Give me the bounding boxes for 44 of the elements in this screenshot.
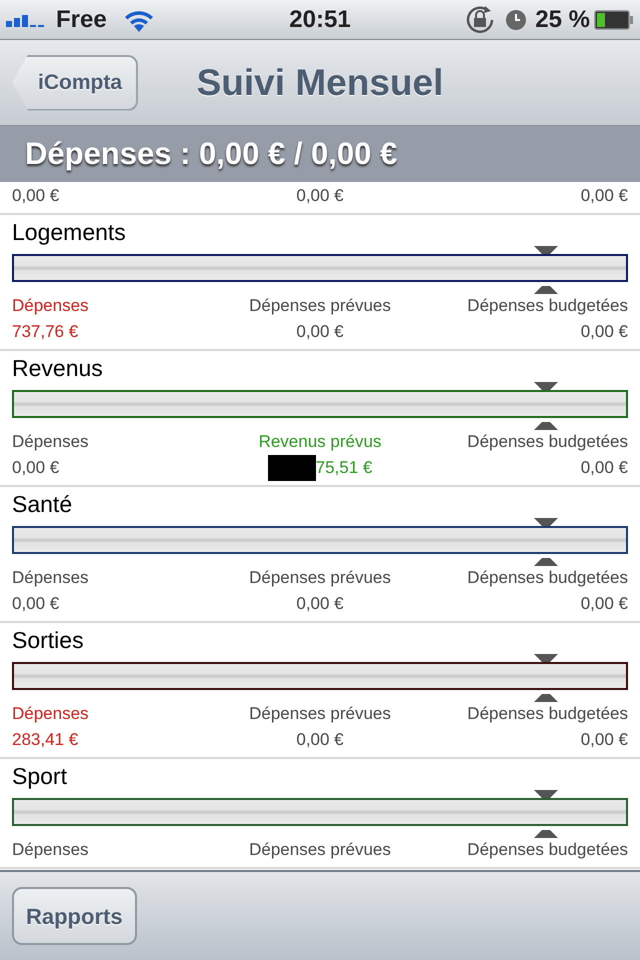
category-name: Sorties [12, 626, 85, 655]
battery-percent: 25 % [535, 4, 590, 34]
stat-label: Revenus prévus [258, 431, 382, 453]
stat-label: Dépenses [12, 431, 90, 453]
stat-value: 0,00 € [580, 186, 628, 205]
stat-label: Dépenses budgetées [467, 431, 628, 453]
stat-label: Dépenses [12, 839, 90, 861]
stat-value: 0,00 € [580, 730, 628, 749]
stat-label: Dépenses budgetées [467, 703, 628, 725]
stat-label: Dépenses [12, 295, 90, 317]
carrier-name: Free [56, 4, 107, 34]
stat-value: 75,51 € [316, 458, 372, 477]
stat-label: Dépenses prévues [249, 839, 391, 861]
stat-value: 0,00 € [12, 186, 60, 205]
reports-button[interactable]: Rapports [12, 887, 137, 945]
stat-value: 0,00 € [296, 186, 344, 205]
stat-value: 737,76 € [12, 322, 78, 341]
stat-label: Dépenses prévues [249, 703, 391, 725]
stat-label: Dépenses [12, 567, 90, 589]
back-button[interactable]: iCompta [12, 54, 138, 110]
screen-title: Suivi Mensuel [196, 62, 444, 103]
stat-label: Dépenses budgetées [467, 839, 628, 861]
stat-value: 0,00 € [296, 322, 344, 341]
category-name: Santé [12, 490, 74, 519]
category-name: Revenus [12, 354, 104, 383]
stat-label: Dépenses [12, 703, 90, 725]
category-name: Logements [12, 218, 127, 247]
stat-value: 0,00 € [580, 322, 628, 341]
stat-value: 0,00 € [580, 594, 628, 613]
stat-value: 0,00 € [296, 594, 344, 613]
category-name: Sport [12, 762, 68, 791]
clock-time: 20:51 [289, 6, 351, 32]
stat-label: Dépenses budgetées [467, 567, 628, 589]
stat-label: Dépenses prévues [249, 567, 391, 589]
alarm-clock-icon [505, 8, 528, 30]
stat-value: 0,00 € [580, 458, 628, 477]
stat-value: 0,00 € [12, 594, 60, 613]
battery-icon [594, 10, 634, 30]
stat-label: Dépenses prévues [249, 295, 391, 317]
stat-value: 0,00 € [12, 458, 60, 477]
summary-banner: Dépenses : 0,00 € / 0,00 € [0, 126, 640, 182]
stat-value: 0,00 € [296, 730, 344, 749]
stat-value: 283,41 € [12, 730, 78, 749]
stat-label: Dépenses budgetées [467, 295, 628, 317]
